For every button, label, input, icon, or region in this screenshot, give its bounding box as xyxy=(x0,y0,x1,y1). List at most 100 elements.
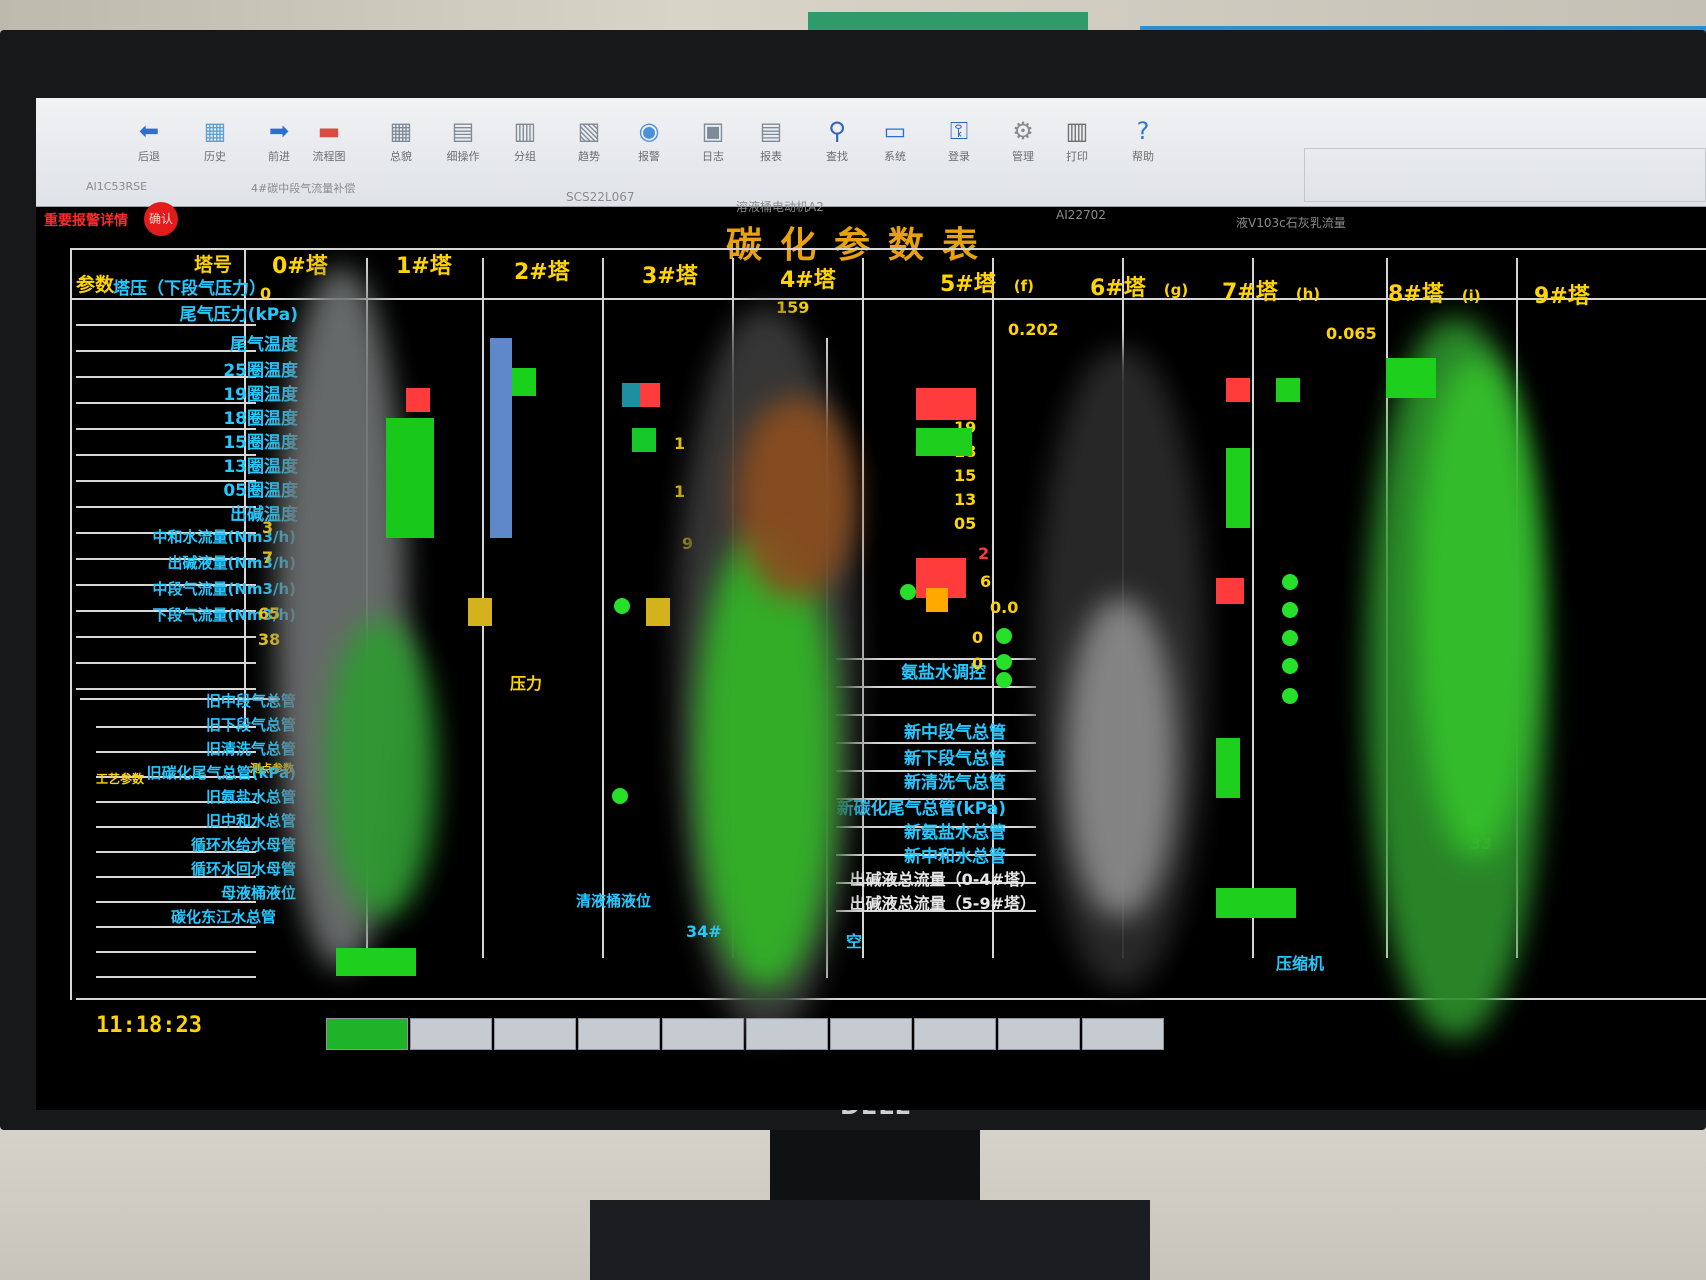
toolbar-button-4[interactable]: ▬ 流程图 xyxy=(300,112,358,172)
tower-name: 7#塔 xyxy=(1222,280,1278,305)
status-led-icon xyxy=(614,598,630,614)
toolbar-button-label: 报表 xyxy=(760,150,782,163)
status-led-icon xyxy=(900,584,916,600)
process-row-label: 旧中段气总管 xyxy=(205,692,296,710)
toolbar-button-label: 细操作 xyxy=(446,150,480,163)
obscured-region xyxy=(1416,358,1536,858)
tower5-pressure-value: 0.202 xyxy=(1008,320,1059,339)
toolbar-button-5[interactable]: ▦ 总貌 xyxy=(372,112,430,172)
bottom-tab-6[interactable] xyxy=(746,1018,828,1050)
process-row-label: 循环水给水母管 xyxy=(190,836,296,854)
alarm-details-label: 重要报警详情 xyxy=(44,213,128,229)
toolbar-button-6[interactable]: ▤ 细操作 xyxy=(434,112,492,172)
status-indicator-block xyxy=(1276,378,1300,402)
bottom-tab-4[interactable] xyxy=(578,1018,660,1050)
header-tower-label: 塔号 xyxy=(194,254,233,276)
page-title: 碳化参数表 xyxy=(726,225,997,266)
param-row-label: 尾气压力(kPa) xyxy=(179,305,298,325)
status-indicator-block xyxy=(646,598,670,626)
system-clock: 11:18:23 xyxy=(96,1013,202,1038)
status-led-icon xyxy=(1282,688,1298,704)
toolbar-button-10[interactable]: ▣ 日志 xyxy=(684,112,742,172)
toolbar-button-2[interactable]: ▦ 历史 xyxy=(186,112,244,172)
tower0-pressure-value: 0 xyxy=(260,284,272,303)
process-row-label: 循环水回水母管 xyxy=(190,860,296,878)
tower-header-8: 8#塔 (i) xyxy=(1388,276,1481,308)
toolbar-button-label: 流程图 xyxy=(312,150,346,163)
param-row-label: 塔压（下段气压力） xyxy=(113,279,266,299)
alarm-icon: ◉ xyxy=(638,117,660,145)
bottom-tab-3[interactable] xyxy=(494,1018,576,1050)
tower0-value-r1: 3 xyxy=(262,518,274,537)
status-led-icon xyxy=(1282,574,1298,590)
status-indicator-block xyxy=(512,368,536,396)
toolbar-tag-mid: SCS22L067 xyxy=(566,190,635,204)
toolbar-button-15[interactable]: ⚙ 管理 xyxy=(994,112,1052,172)
tower-subtag: (i) xyxy=(1461,287,1481,305)
bottom-tab-10[interactable] xyxy=(1082,1018,1164,1050)
bottom-tab-2[interactable] xyxy=(410,1018,492,1050)
toolbar-button-13[interactable]: ▭ 系统 xyxy=(866,112,924,172)
status-indicator-block xyxy=(632,428,656,452)
bottom-tab-8[interactable] xyxy=(914,1018,996,1050)
status-led-icon xyxy=(1282,602,1298,618)
search-icon: ⚲ xyxy=(828,117,846,145)
process-row-label: 旧碳化尾气总管(kPa) xyxy=(146,764,296,782)
tower3-value-r1: 1 xyxy=(674,434,686,453)
tower-name: 9#塔 xyxy=(1534,284,1590,309)
printer-icon: ▥ xyxy=(1065,117,1089,145)
bottom-tab-1[interactable] xyxy=(326,1018,408,1050)
forward-arrow-icon: ➡ xyxy=(268,117,290,145)
param-row-label: 18圈温度 xyxy=(223,409,298,429)
toolbar-button-9[interactable]: ◉ 报警 xyxy=(620,112,678,172)
toolbar-button-16[interactable]: ▥ 打印 xyxy=(1048,112,1106,172)
dcs-screen: ⬅ 后退 ▦ 历史 ➡ 前进 ▬ 流程图 ▦ 总貌 ▤ 细操作 ▥ 分组 ▧ 趋势 ◉ 报警 ▣ 日志 ▤ 报表 ⚲ 查找 ▭ 系… xyxy=(36,98,1706,1110)
status-indicator-block xyxy=(1226,448,1250,528)
toolbar-button-label: 分组 xyxy=(514,150,536,163)
toolbar-button-7[interactable]: ▥ 分组 xyxy=(496,112,554,172)
tower-subtag: (f) xyxy=(1013,277,1034,295)
tower3-value-r2: 1 xyxy=(674,482,686,501)
toolbar-button-14[interactable]: ⚿ 登录 xyxy=(930,112,988,172)
status-indicator-block xyxy=(926,588,948,612)
monitor-icon: ▭ xyxy=(883,117,907,145)
trend-icon: ▧ xyxy=(577,117,601,145)
process-row-divider xyxy=(96,951,256,953)
back-arrow-icon: ⬅ xyxy=(138,117,160,145)
status-indicator-block xyxy=(490,338,512,538)
bottom-tab-9[interactable] xyxy=(998,1018,1080,1050)
toolbar-tag-left: AI1C53RSE xyxy=(86,180,148,193)
toolbar-button-11[interactable]: ▤ 报表 xyxy=(742,112,800,172)
status-indicator-block xyxy=(406,388,430,412)
toolbar-button-label: 报警 xyxy=(638,150,660,163)
status-indicator-block xyxy=(468,598,492,626)
status-led-icon xyxy=(1282,630,1298,646)
toolbar-button-17[interactable]: ? 帮助 xyxy=(1114,112,1172,172)
alarm-acknowledge-button[interactable]: 确认 xyxy=(144,202,178,236)
bottom-tab-5[interactable] xyxy=(662,1018,744,1050)
dcs-toolbar: ⬅ 后退 ▦ 历史 ➡ 前进 ▬ 流程图 ▦ 总貌 ▤ 细操作 ▥ 分组 ▧ 趋势 ◉ 报警 ▣ 日志 ▤ 报表 ⚲ 查找 ▭ 系… xyxy=(36,98,1706,207)
key-icon: ⚿ xyxy=(949,117,969,145)
toolbar-button-label: 历史 xyxy=(204,150,226,163)
tower-subtag: (h) xyxy=(1295,285,1321,303)
status-indicator-block xyxy=(386,418,434,538)
right-param-label: 出碱液总流量（5-9#塔） xyxy=(849,894,1036,913)
param-row-label: 15圈温度 xyxy=(223,433,298,453)
clear-liquor-tank-level: 清液桶液位 xyxy=(576,892,652,910)
tower-name: 6#塔 xyxy=(1090,276,1146,301)
tower-name: 0#塔 xyxy=(272,254,328,279)
status-indicator-block xyxy=(336,948,416,976)
toolbar-button-label: 打印 xyxy=(1066,150,1088,163)
process-row-label: 碳化东江水总管 xyxy=(170,908,276,926)
tower-name: 5#塔 xyxy=(940,272,996,297)
toolbar-tag-right2: 液V103c石灰乳流量 xyxy=(1236,216,1346,230)
toolbar-button-1[interactable]: ⬅ 后退 xyxy=(120,112,178,172)
toolbar-button-8[interactable]: ▧ 趋势 xyxy=(560,112,618,172)
tower-header-4: 4#塔 xyxy=(780,262,854,294)
report-icon: ▤ xyxy=(759,117,783,145)
toolbar-button-12[interactable]: ⚲ 查找 xyxy=(808,112,866,172)
bottom-tab-7[interactable] xyxy=(830,1018,912,1050)
param-row-label: 19圈温度 xyxy=(223,385,298,405)
tower-subtag: (g) xyxy=(1163,281,1189,299)
process-row-label: 母液桶液位 xyxy=(220,884,296,902)
